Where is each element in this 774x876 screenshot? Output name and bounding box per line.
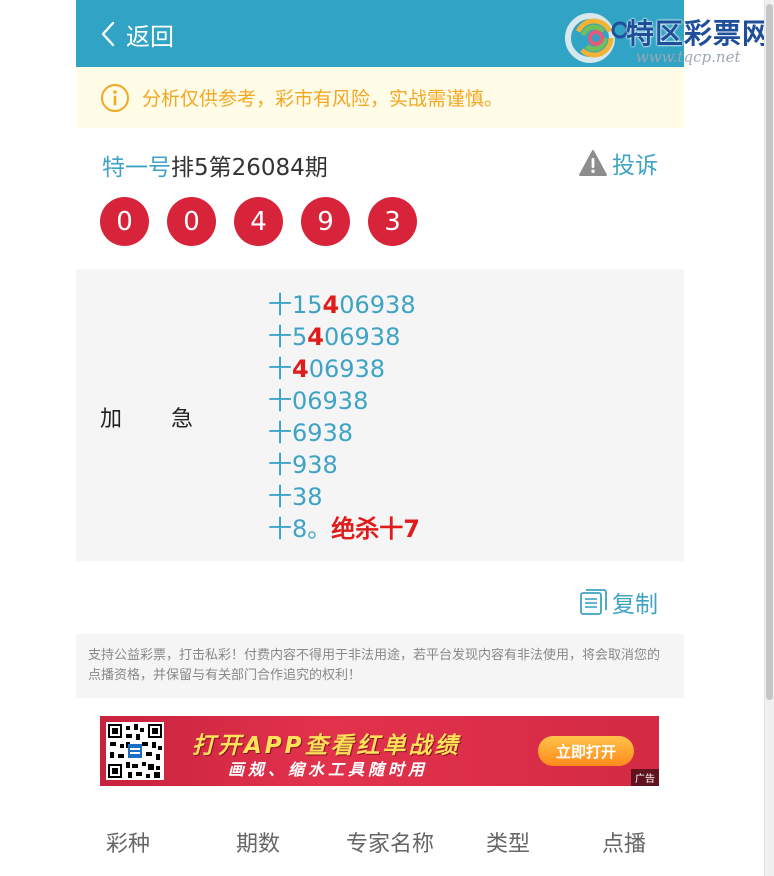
ball-2: 0	[167, 197, 216, 246]
copy-document-icon	[578, 588, 608, 616]
column-header-period: 期数	[236, 832, 281, 857]
content-label: 加急	[100, 401, 194, 433]
prediction-line: 十938	[268, 451, 338, 479]
chevron-left-icon	[100, 21, 116, 47]
notice-text: 分析仅供参考，彩市有风险，实战需谨慎。	[142, 88, 504, 110]
post-title-row: 特一号排5第26084期 投诉	[76, 140, 684, 188]
disclaimer-text: 支持公益彩票，打击私彩！付费内容不得用于非法用途，若平台发现内容有非法使用，将会…	[76, 634, 684, 698]
complain-label: 投诉	[612, 153, 658, 179]
app-ad-banner[interactable]: 打开APP查看红单战绩 画规、缩水工具随时用 立即打开 广告	[100, 716, 659, 786]
scrollbar[interactable]	[764, 0, 774, 876]
risk-notice: 分析仅供参考，彩市有风险，实战需谨慎。	[76, 67, 684, 128]
ad-open-button[interactable]: 立即打开	[538, 736, 634, 766]
site-watermark: 特区彩票网 www.tqcp.net	[564, 8, 774, 68]
prediction-line: 十5406938	[268, 323, 401, 351]
complain-button[interactable]: 投诉	[578, 146, 658, 180]
top-bar: 返回 特区彩票网 www.tqcp.net	[76, 0, 770, 67]
watermark-url: www.tqcp.net	[636, 48, 741, 66]
ball-4: 9	[301, 197, 350, 246]
ball-3: 4	[234, 197, 283, 246]
draw-balls: 0 0 4 9 3	[100, 197, 435, 246]
column-header-type: 类型	[486, 832, 531, 857]
ad-headline: 打开APP查看红单战绩	[192, 733, 461, 759]
back-label: 返回	[126, 22, 174, 51]
left-margin	[0, 0, 76, 876]
column-header-expert: 专家名称	[346, 832, 435, 857]
ad-subline: 画规、缩水工具随时用	[228, 760, 429, 779]
prediction-content: 加急 十15406938 十5406938 十406938 十06938 十69…	[76, 269, 684, 561]
label-left: 加	[100, 407, 124, 432]
table-header: 彩种 期数 专家名称 类型 点播	[76, 826, 684, 862]
prediction-line: 十8。绝杀十7	[268, 515, 420, 543]
copy-button[interactable]: 复制	[578, 585, 658, 619]
column-header-play: 点播	[602, 832, 647, 857]
ad-tag: 广告	[631, 769, 659, 786]
prediction-line: 十38	[268, 483, 323, 511]
prediction-line: 十406938	[268, 355, 386, 383]
period-text: 排5第26084期	[171, 155, 328, 181]
prediction-line: 十06938	[268, 387, 369, 415]
qr-code-icon	[106, 722, 164, 780]
page: 返回 特区彩票网 www.tqcp.net 分析仅供参考，彩市有风险，实战需谨慎…	[0, 0, 774, 876]
info-circle-icon	[100, 83, 130, 113]
label-right: 急	[171, 407, 195, 432]
ball-5: 3	[368, 197, 417, 246]
watermark-brand: 特区彩票网	[626, 17, 772, 50]
back-button[interactable]: 返回	[100, 16, 174, 52]
ball-1: 0	[100, 197, 149, 246]
prediction-line: 十6938	[268, 419, 354, 447]
column-header-lottery: 彩种	[106, 832, 151, 857]
post-title: 特一号排5第26084期	[102, 148, 328, 182]
warning-triangle-icon	[578, 149, 608, 177]
mobile-frame: 返回 特区彩票网 www.tqcp.net 分析仅供参考，彩市有风险，实战需谨慎…	[76, 0, 770, 876]
copy-label: 复制	[612, 592, 658, 618]
scrollbar-thumb[interactable]	[766, 4, 773, 700]
expert-name[interactable]: 特一号	[102, 155, 171, 181]
prediction-lines: 十15406938 十5406938 十406938 十06938 十6938 …	[268, 289, 420, 545]
prediction-line: 十15406938	[268, 291, 416, 319]
watermark-logo-icon	[564, 10, 629, 70]
